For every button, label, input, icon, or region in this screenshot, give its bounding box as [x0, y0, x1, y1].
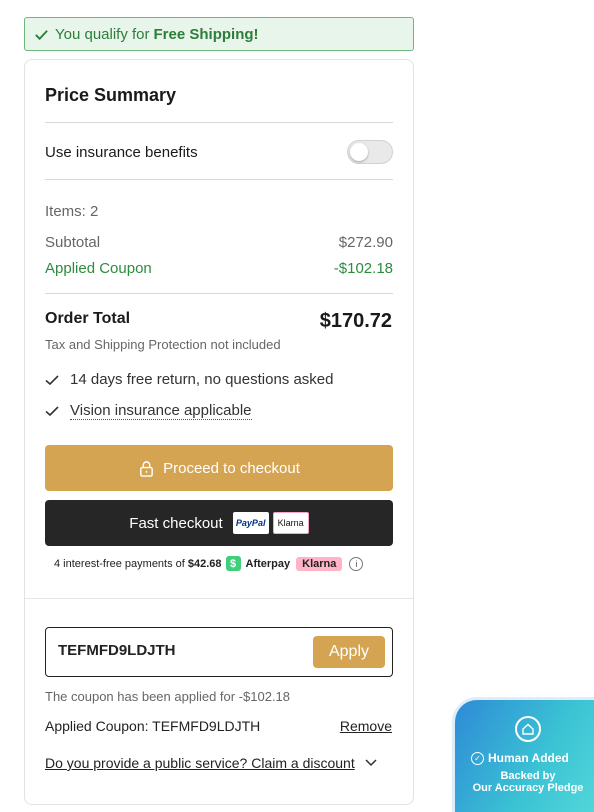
chevron-down-icon — [365, 759, 377, 767]
vision-insurance-link[interactable]: Vision insurance applicable — [70, 402, 252, 420]
installments-info: 4 interest-free payments of $42.68 $ Aft… — [54, 556, 364, 571]
home-shield-icon — [515, 716, 541, 742]
lock-icon — [140, 460, 153, 477]
proceed-to-checkout-button[interactable]: Proceed to checkout — [45, 445, 393, 491]
divider — [45, 179, 393, 180]
coupon-row: Applied Coupon -$102.18 — [45, 260, 393, 277]
section-divider — [25, 598, 413, 599]
coupon-input[interactable] — [58, 642, 298, 659]
order-total-value: $170.72 — [319, 310, 392, 332]
divider — [45, 122, 393, 123]
check-circle-icon: ✓ — [471, 751, 484, 765]
feature-text: 14 days free return, no questions asked — [70, 371, 334, 388]
free-shipping-banner: You qualify for Free Shipping! — [24, 17, 414, 51]
page: You qualify for Free Shipping! Price Sum… — [0, 0, 594, 812]
installments-amount: $42.68 — [187, 557, 222, 570]
coupon-applied-message: The coupon has been applied for -$102.18 — [45, 689, 291, 704]
subtotal-label: Subtotal — [45, 234, 101, 251]
coupon-label: Applied Coupon — [45, 260, 152, 277]
tax-note: Tax and Shipping Protection not included — [45, 337, 281, 352]
items-count: Items: 2 — [45, 203, 99, 220]
feature-item[interactable]: Vision insurance applicable — [45, 402, 252, 420]
public-service-discount-toggle[interactable]: Do you provide a public service? Claim a… — [45, 755, 377, 771]
pledge-text: Backed by Our Accuracy Pledge — [472, 770, 584, 794]
fast-checkout-button[interactable]: Fast checkout PayPal Klarna — [45, 500, 393, 546]
human-added-label: ✓ Human Added — [471, 751, 569, 765]
order-total-label: Order Total — [45, 310, 131, 327]
insurance-toggle[interactable] — [347, 140, 393, 164]
subtotal-row: Subtotal $272.90 — [45, 234, 393, 251]
applied-coupon-code: Applied Coupon: TEFMFD9LDJTH — [45, 718, 261, 734]
check-icon — [45, 406, 59, 417]
check-icon — [35, 29, 48, 40]
coupon-value: -$102.18 — [333, 260, 393, 277]
klarna-logo: Klarna — [272, 512, 309, 534]
klarna-badge: Klarna — [296, 556, 343, 571]
afterpay-icon: $ — [225, 556, 241, 571]
paypal-logo: PayPal — [232, 512, 269, 534]
coupon-field: Apply — [45, 627, 393, 677]
accuracy-pledge-badge[interactable]: ✓ Human Added Backed by Our Accuracy Ple… — [455, 700, 594, 812]
banner-text: You qualify for — [55, 25, 150, 43]
info-icon[interactable]: i — [349, 556, 364, 571]
feature-item: 14 days free return, no questions asked — [45, 371, 334, 388]
public-service-label: Do you provide a public service? Claim a… — [45, 755, 355, 771]
price-summary-title: Price Summary — [45, 85, 177, 105]
toggle-knob — [350, 143, 368, 161]
checkout-label: Proceed to checkout — [163, 459, 300, 477]
insurance-label: Use insurance benefits — [45, 144, 198, 161]
remove-coupon-link[interactable]: Remove — [340, 718, 392, 734]
price-summary-card: Price Summary Use insurance benefits Ite… — [24, 59, 414, 805]
divider — [45, 293, 393, 294]
check-icon — [45, 374, 59, 385]
installments-text: 4 interest-free payments of — [54, 557, 185, 570]
afterpay-label: Afterpay — [245, 557, 291, 570]
subtotal-value: $272.90 — [338, 234, 393, 251]
apply-coupon-button[interactable]: Apply — [313, 636, 385, 668]
banner-highlight: Free Shipping! — [153, 25, 259, 43]
fast-checkout-label: Fast checkout — [129, 514, 223, 532]
house-icon — [522, 723, 534, 735]
